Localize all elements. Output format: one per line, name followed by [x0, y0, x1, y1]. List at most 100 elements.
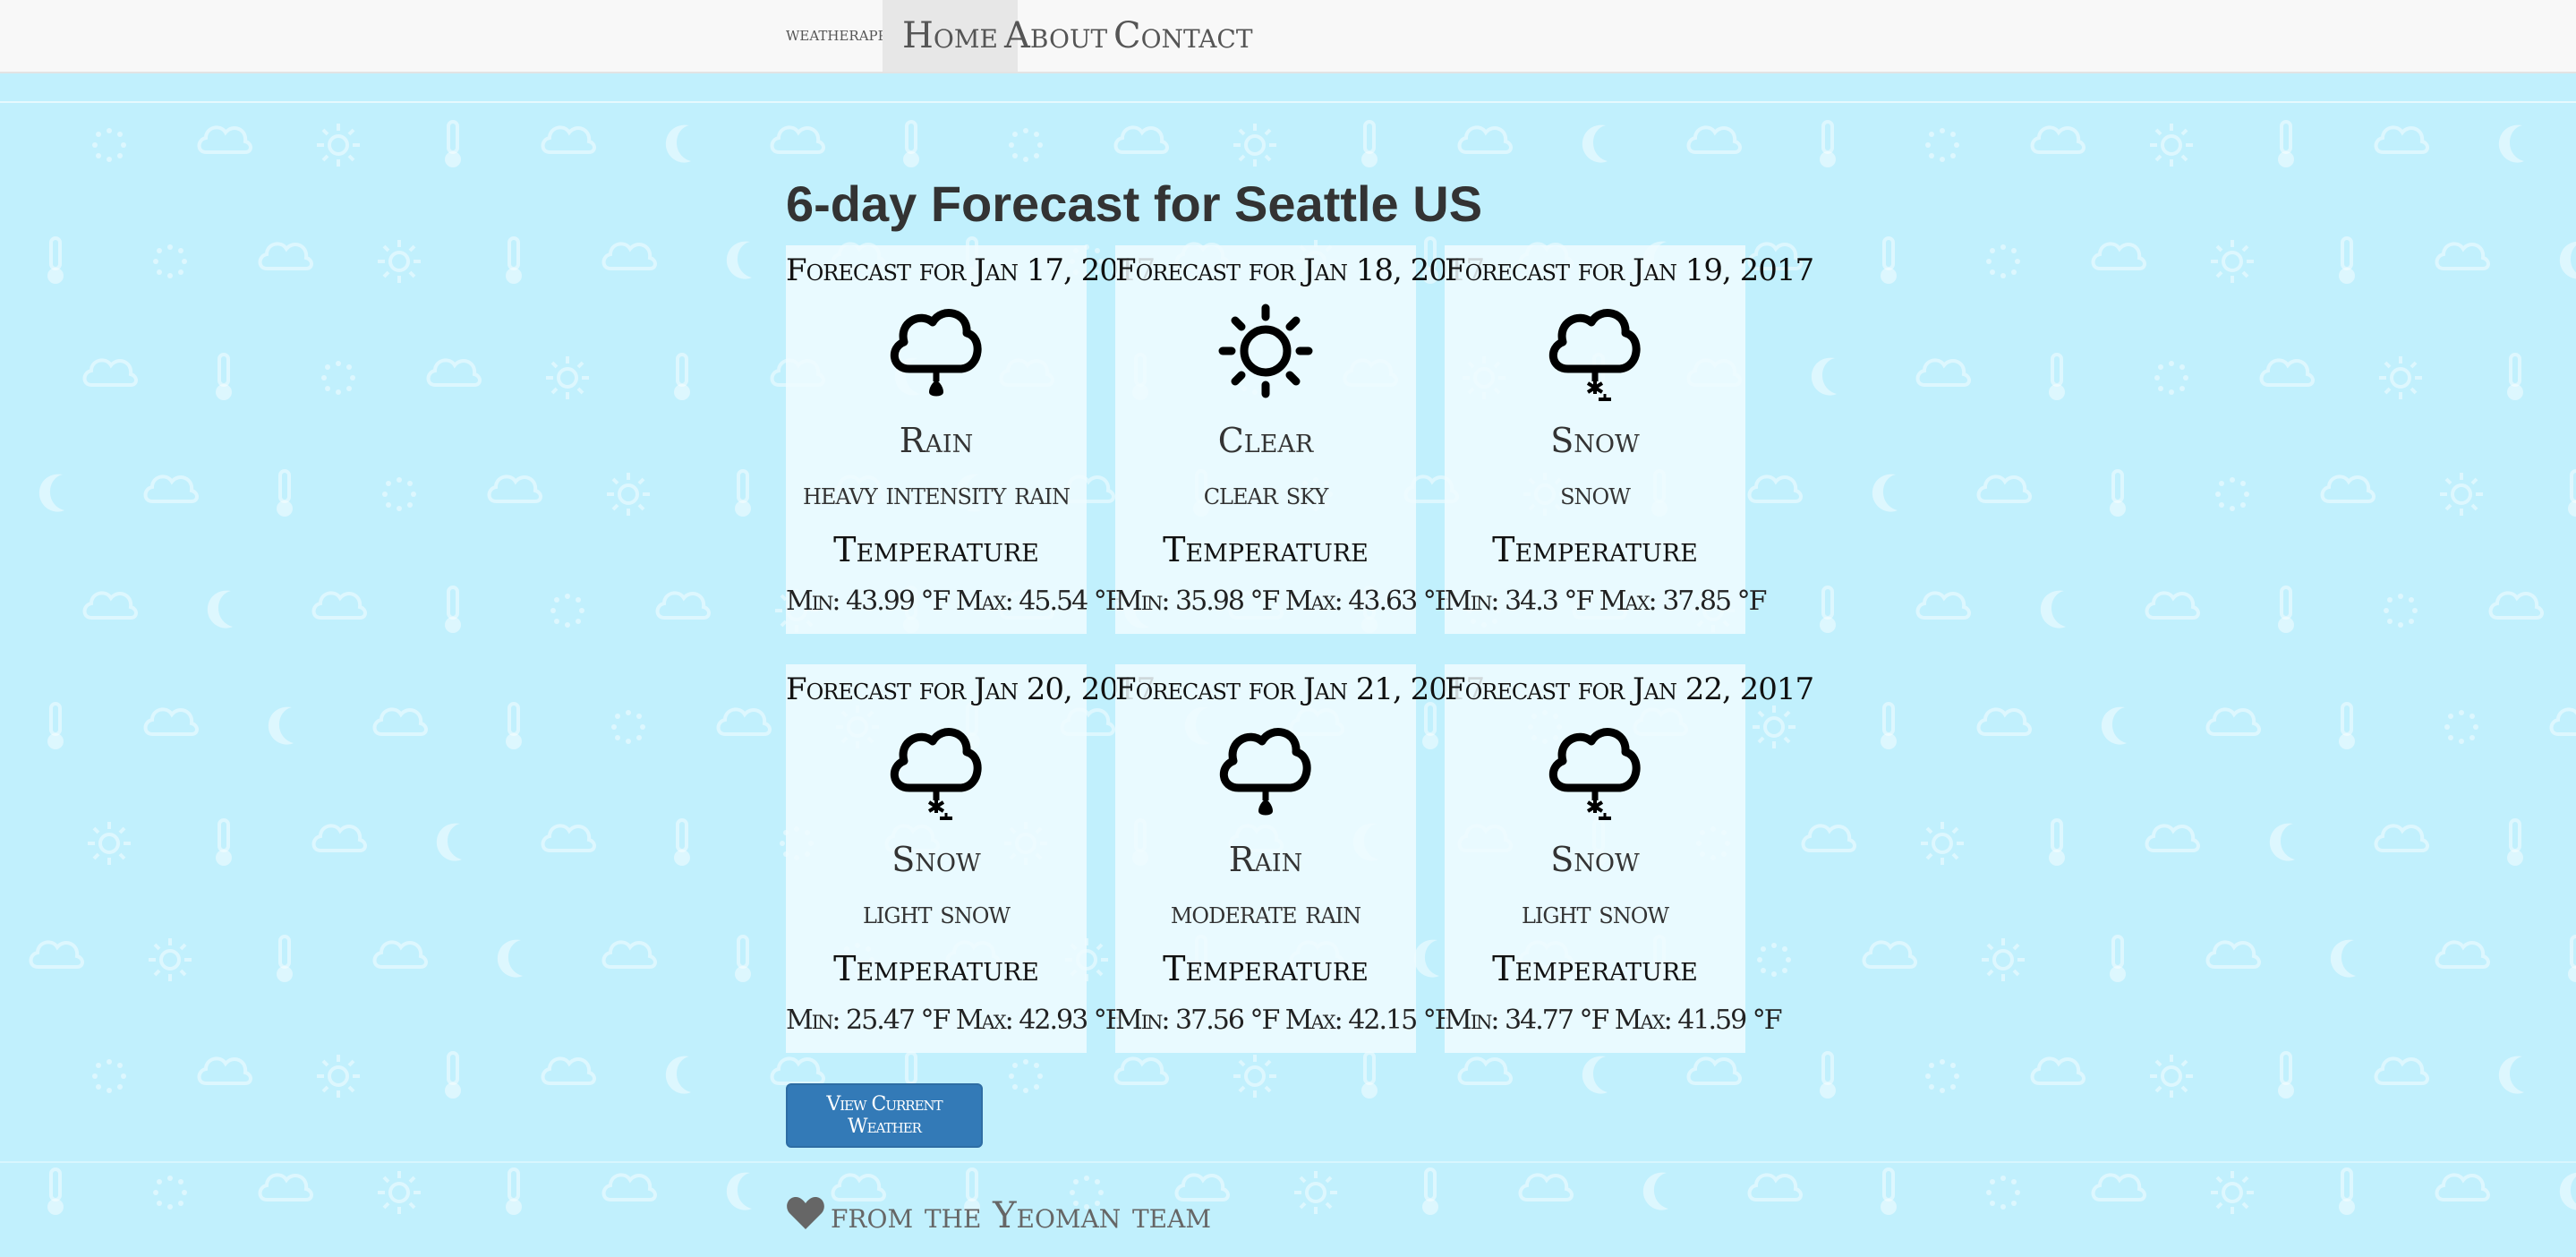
cloud-icon [1747, 475, 1803, 503]
weather-main: Clear [1217, 421, 1314, 460]
hail-icon [1925, 128, 1959, 162]
moon-icon [1811, 357, 1837, 396]
moon-icon [1642, 1172, 1668, 1210]
temperature-heading: Temperature [1163, 530, 1369, 569]
weather-description: moderate rain [1170, 895, 1361, 931]
forecast-card: Forecast for Jan 22, 2017 Snow light sno… [1445, 664, 1814, 1053]
hail-icon [92, 1059, 126, 1093]
sun-icon [378, 1171, 421, 1214]
weather-description: light snow [1521, 895, 1669, 931]
sun-icon [607, 473, 650, 516]
cloud-icon [1686, 1056, 1742, 1085]
hail-icon [550, 594, 584, 628]
forecast-date: Forecast for Jan 22, 2017 [1445, 671, 1814, 707]
thermo-icon [2339, 236, 2355, 284]
thermo-icon [506, 1167, 522, 1215]
sun-icon [2150, 124, 2193, 167]
weather-description: clear sky [1203, 476, 1329, 512]
thermo-icon [506, 702, 522, 749]
thermo-icon [674, 818, 690, 866]
temperature-range: Min: 43.99 °F Max: 45.54 °F [786, 586, 1124, 617]
cloud-icon [2091, 1173, 2146, 1201]
snow-cloud-icon [1549, 309, 1641, 401]
hail-icon [1925, 1059, 1959, 1093]
temperature-heading: Temperature [833, 949, 1039, 988]
sun-icon [317, 1055, 360, 1098]
thermo-icon [1881, 1167, 1897, 1215]
thermo-icon [2110, 469, 2126, 517]
thermo-icon [2049, 353, 2065, 400]
moon-icon [1872, 474, 1898, 512]
forecast-date: Forecast for Jan 17, 2017 [786, 252, 1156, 288]
hail-icon [153, 1176, 187, 1210]
header-divider [0, 101, 2576, 103]
temperature-range: Min: 25.47 °F Max: 42.93 °F [786, 1005, 1124, 1036]
thermo-icon [1422, 1167, 1438, 1215]
temperature-range: Min: 35.98 °F Max: 43.63 °F [1115, 586, 1454, 617]
thermo-icon [277, 935, 293, 982]
moon-icon [2559, 241, 2576, 279]
weather-main: Rain [899, 421, 974, 460]
cloud-icon [2091, 242, 2146, 270]
cloud-icon [1457, 1056, 1513, 1085]
sun-icon [2379, 356, 2422, 399]
cloud-icon [311, 824, 367, 852]
hail-icon [1757, 943, 1791, 977]
thermo-icon [903, 120, 919, 167]
brand-logo[interactable]: weatherapp [786, 23, 887, 46]
cloud-icon [82, 358, 138, 387]
temperature-heading: Temperature [1492, 949, 1698, 988]
forecast-date: Forecast for Jan 20, 2017 [786, 671, 1156, 707]
sun-icon [1982, 938, 2025, 981]
forecast-date: Forecast for Jan 19, 2017 [1445, 252, 1814, 288]
sun-icon [1294, 1171, 1337, 1214]
cloud-icon [2374, 824, 2429, 852]
temperature-heading: Temperature [1492, 530, 1698, 569]
nav-contact-link[interactable]: Contact [1094, 0, 1273, 72]
thermo-icon [445, 1051, 461, 1099]
cloud-icon [258, 242, 313, 270]
thermo-icon [47, 702, 64, 749]
cloud-icon [2374, 1056, 2429, 1085]
cloud-icon [2030, 125, 2086, 154]
cloud-icon [655, 591, 711, 620]
cloud-icon [1686, 125, 1742, 154]
thermo-icon [2339, 702, 2355, 749]
moon-icon [2269, 823, 2295, 861]
temperature-heading: Temperature [1163, 949, 1369, 988]
navbar: weatherapp Home About Contact [0, 0, 2576, 73]
cloud-icon [1976, 707, 2032, 736]
thermo-icon [2278, 120, 2294, 167]
cloud-icon [2435, 242, 2490, 270]
thermo-icon [216, 818, 232, 866]
forecast-card: Forecast for Jan 18, 2017 Clear clear sk… [1115, 245, 1485, 634]
thermo-icon [445, 586, 461, 633]
thermo-icon [216, 353, 232, 400]
hail-icon [153, 244, 187, 278]
moon-icon [268, 706, 294, 745]
moon-icon [2040, 590, 2066, 628]
cloud-icon [1915, 358, 1971, 387]
sun-icon [1233, 1055, 1276, 1098]
cloud-icon [258, 1173, 313, 1201]
cloud-icon [1457, 125, 1513, 154]
cloud-icon [2488, 591, 2544, 620]
thermo-icon [47, 236, 64, 284]
thermo-icon [1361, 1051, 1378, 1099]
thermo-icon [1361, 120, 1378, 167]
thermo-icon [2507, 818, 2523, 866]
moon-icon [2498, 1056, 2524, 1094]
sun-icon [546, 356, 589, 399]
cloud-icon [1862, 940, 1917, 969]
thermo-icon [674, 353, 690, 400]
cloud-icon [1747, 1173, 1803, 1201]
forecast-card: Forecast for Jan 20, 2017 Snow light sno… [786, 664, 1156, 1053]
temperature-heading: Temperature [833, 530, 1039, 569]
sun-icon [1218, 304, 1313, 398]
footer-text: from the Yeoman team [831, 1195, 1212, 1236]
view-current-weather-button[interactable]: View Current Weather [786, 1083, 983, 1148]
cloud-icon [601, 1173, 657, 1201]
moon-icon [2330, 939, 2356, 978]
thermo-icon [2507, 353, 2523, 400]
cloud-icon [2435, 940, 2490, 969]
